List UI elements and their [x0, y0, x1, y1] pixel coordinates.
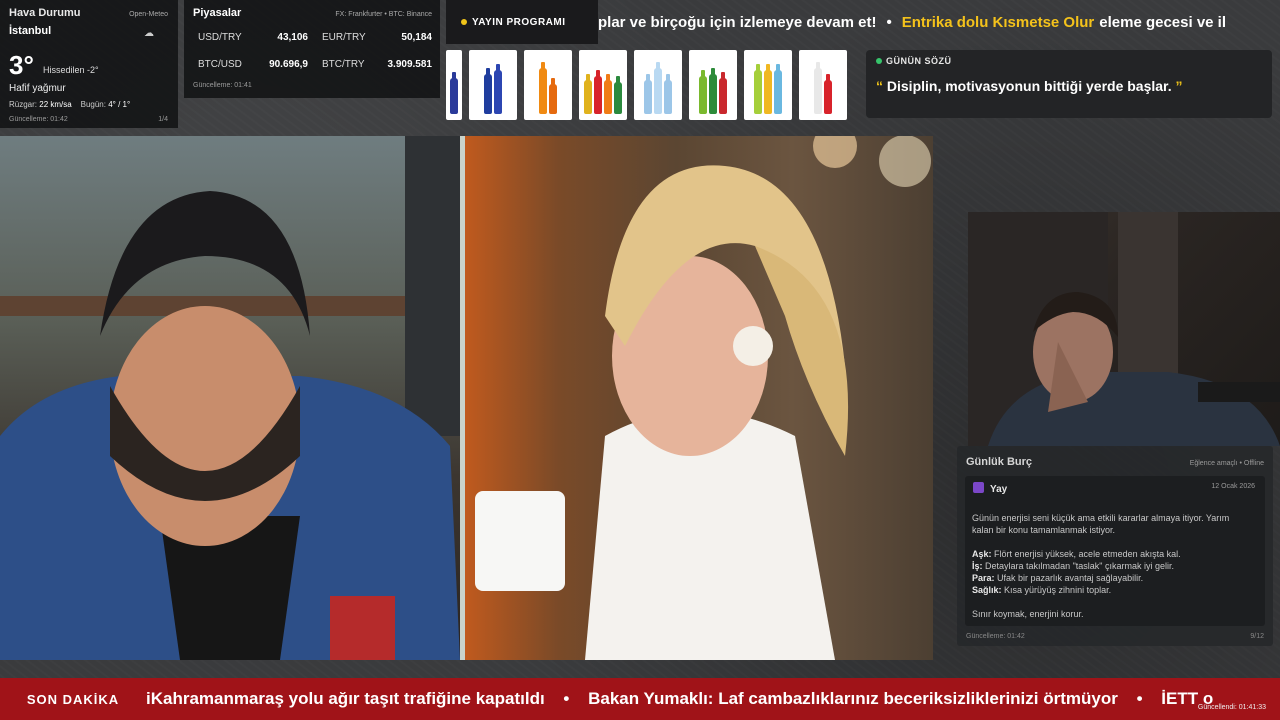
- breaking-news-bar: SON DAKİKA iKahramanmaraş yolu ağır taşı…: [0, 678, 1280, 720]
- weather-description: Hafif yağmur: [9, 83, 66, 94]
- market-pair: BTC/TRY: [322, 59, 365, 70]
- wind-value: 22 km/sa: [39, 100, 72, 109]
- horoscope-sign: Yay: [973, 482, 1007, 495]
- market-value: 3.909.581: [387, 59, 433, 70]
- market-pair: USD/TRY: [198, 32, 242, 43]
- today-label: Bugün:: [80, 100, 106, 109]
- news-separator: •: [1136, 689, 1143, 708]
- quote-of-the-day: GÜNÜN SÖZÜ “ Disiplin, motivasyonun bitt…: [866, 50, 1272, 118]
- horoscope-work: İş: Detaylara takılmadan "taslak" çıkarm…: [972, 561, 1174, 571]
- product-image: [579, 50, 627, 120]
- sponsor-products-strip: [446, 50, 858, 122]
- top-news-ticker: plar ve birçoğu için izlemeye devam et! …: [598, 0, 1280, 44]
- news-item: iKahramanmaraş yolu ağır taşıt trafiğine…: [146, 689, 545, 708]
- horoscope-money: Para: Ufak bir pazarlık avantaj sağlayab…: [972, 573, 1144, 583]
- weather-widget: Hava Durumu Open-Meteo İstanbul ☁ 3° His…: [0, 0, 178, 128]
- markets-source: FX: Frankfurter • BTC: Binance: [335, 11, 432, 18]
- horoscope-summary: kalan bir konu tamamlanmak istiyor.: [972, 525, 1116, 535]
- horoscope-love: Aşk: Flört enerjisi yüksek, acele etmede…: [972, 549, 1181, 559]
- horoscope-health: Sağlık: Kısa yürüyüş zihnini toplar.: [972, 585, 1112, 595]
- main-video-feed: [0, 136, 933, 660]
- market-rate: EUR/TRY 50,184: [322, 32, 432, 43]
- market-rate: BTC/TRY 3.909.581: [322, 59, 432, 70]
- horoscope-date: 12 Ocak 2026: [1211, 483, 1255, 490]
- market-value: 43,106: [277, 32, 308, 43]
- live-dot-icon: [876, 58, 882, 64]
- weather-source: Open-Meteo: [129, 11, 168, 18]
- news-separator: •: [563, 689, 570, 708]
- quote-text: “ Disiplin, motivasyonun bittiği yerde b…: [876, 78, 1183, 94]
- markets-updated: Güncelleme: 01:41: [193, 82, 252, 89]
- market-pair: EUR/TRY: [322, 32, 366, 43]
- product-image: [634, 50, 682, 120]
- today-value: 4° / 1°: [108, 100, 131, 109]
- markets-widget: Piyasalar FX: Frankfurter • BTC: Binance…: [184, 0, 440, 98]
- daily-horoscope-widget: Günlük Burç Eğlence amaçlı • Offline Yay…: [957, 446, 1273, 646]
- breaking-news-label: SON DAKİKA: [26, 691, 120, 707]
- market-pair: BTC/USD: [198, 59, 242, 70]
- weather-updated: Güncelleme: 01:42: [9, 116, 68, 123]
- ticker-text: plar ve birçoğu için izlemeye devam et!: [598, 13, 877, 31]
- sagittarius-icon: [973, 482, 984, 493]
- ticker-highlight: Entrika dolu Kısmetse Olur: [901, 13, 1095, 31]
- product-image: [689, 50, 737, 120]
- product-image: [744, 50, 792, 120]
- weather-page-indicator: 1/4: [158, 116, 168, 123]
- cloud-rain-icon: ☁: [144, 28, 154, 39]
- product-image: [799, 50, 847, 120]
- breaking-news-updated: Güncellendi: 01:41:33: [1197, 704, 1266, 711]
- product-image: [446, 50, 462, 120]
- ticker-separator: •: [886, 13, 892, 31]
- weather-temperature: 3°: [9, 50, 34, 80]
- streamer-image: [968, 212, 1280, 446]
- streamer-webcam: [968, 212, 1280, 446]
- horoscope-summary: Günün enerjisi seni küçük ama etkili kar…: [972, 513, 1230, 523]
- weather-wind-today: Rüzgar: 22 km/sa Bugün: 4° / 1°: [9, 100, 130, 109]
- market-value: 50,184: [401, 32, 432, 43]
- horoscope-page-indicator: 9/12: [1250, 633, 1264, 640]
- market-value: 90.696,9: [269, 59, 308, 70]
- market-rate: BTC/USD 90.696,9: [198, 59, 308, 70]
- video-left-frame: [0, 136, 460, 660]
- weather-feels-like: Hissedilen -2°: [43, 65, 99, 75]
- ticker-text: eleme gecesi ve il: [1099, 13, 1227, 31]
- product-image: [524, 50, 572, 120]
- product-image: [469, 50, 517, 120]
- tab-broadcast-schedule[interactable]: YAYIN PROGRAMI: [446, 0, 598, 44]
- horoscope-advice: Sınır koymak, enerjini korur.: [972, 609, 1084, 619]
- video-right-frame: [465, 136, 933, 660]
- tab-label: YAYIN PROGRAMI: [472, 16, 566, 28]
- woman-portrait-image: [475, 136, 931, 660]
- quote-label: GÜNÜN SÖZÜ: [876, 56, 1262, 66]
- man-portrait-image: [0, 136, 460, 660]
- horoscope-tag: Eğlence amaçlı • Offline: [1189, 460, 1264, 467]
- breaking-news-ticker: iKahramanmaraş yolu ağır taşıt trafiğine…: [146, 689, 1213, 709]
- horoscope-updated: Güncelleme: 01:42: [966, 633, 1025, 640]
- wind-label: Rüzgar:: [9, 100, 38, 109]
- market-rate: USD/TRY 43,106: [198, 32, 308, 43]
- news-item: Bakan Yumaklı: Laf cambazlıklarınız bece…: [588, 689, 1118, 708]
- status-dot-icon: [461, 19, 467, 25]
